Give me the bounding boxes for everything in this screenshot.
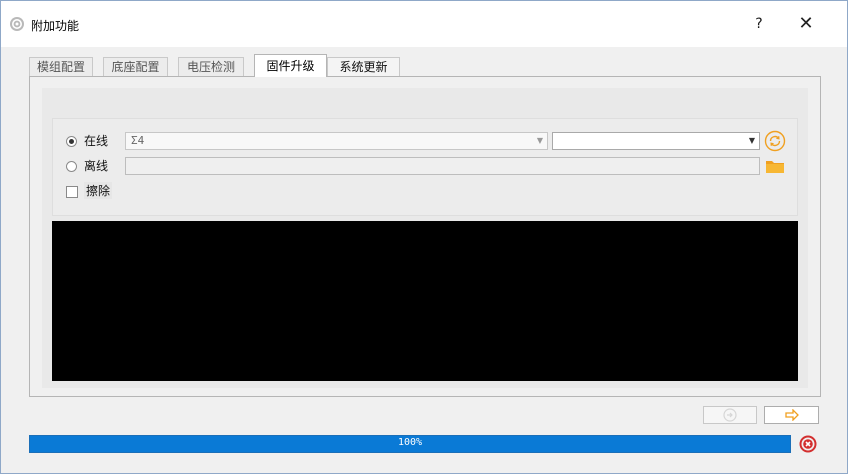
erase-label: 擦除 (84, 182, 113, 199)
next-button[interactable] (764, 406, 819, 424)
erase-checkbox[interactable] (66, 186, 78, 198)
title-bar: 附加功能 ? ✕ (1, 1, 847, 47)
close-button[interactable]: ✕ (791, 13, 821, 35)
offline-path-field[interactable] (125, 157, 760, 175)
online-label: 在线 (84, 134, 109, 148)
log-console[interactable] (52, 221, 798, 381)
firmware-tab-panel: 在线 Σ4 ▼ ▼ 离线 擦除 (29, 76, 821, 397)
disabled-action-button[interactable] (703, 406, 757, 424)
arrow-right-icon (785, 408, 799, 422)
tab-system-update[interactable]: 系统更新 (327, 57, 400, 76)
tab-base-config[interactable]: 底座配置 (103, 57, 168, 76)
device-select[interactable]: ▼ (552, 132, 760, 150)
refresh-icon[interactable] (764, 130, 786, 152)
online-radio[interactable] (66, 136, 77, 147)
cancel-icon[interactable] (799, 435, 817, 453)
help-button[interactable]: ? (749, 13, 769, 35)
tab-voltage-check[interactable]: 电压检测 (178, 57, 244, 76)
window-title: 附加功能 (31, 19, 80, 33)
firmware-source-group: 在线 Σ4 ▼ ▼ 离线 擦除 (52, 118, 798, 216)
dialog-window: 附加功能 ? ✕ 模组配置 底座配置 电压检测 固件升级 系统更新 在线 Σ4 … (0, 0, 848, 474)
tab-firmware-upgrade[interactable]: 固件升级 (254, 54, 327, 77)
progress-text: 100% (397, 437, 423, 448)
folder-icon[interactable] (765, 156, 785, 176)
progress-bar: 100% (29, 435, 791, 453)
version-select-value: Σ4 (131, 134, 145, 147)
circle-arrow-icon (723, 408, 737, 422)
version-select[interactable]: Σ4 ▼ (125, 132, 548, 150)
chevron-down-icon: ▼ (748, 136, 755, 145)
offline-radio[interactable] (66, 161, 77, 172)
chevron-down-icon: ▼ (536, 136, 543, 145)
firmware-panel-inner: 在线 Σ4 ▼ ▼ 离线 擦除 (42, 88, 808, 388)
gear-icon (9, 16, 25, 32)
offline-label: 离线 (84, 159, 109, 173)
tab-module-config[interactable]: 模组配置 (29, 57, 93, 76)
